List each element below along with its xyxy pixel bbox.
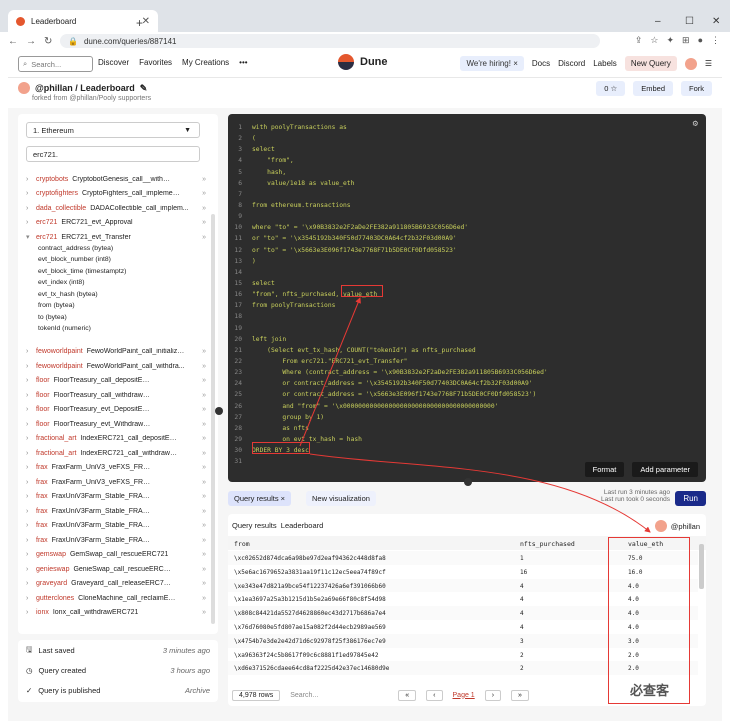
annotation-arrows [299, 297, 651, 533]
annotation-arrow-right [309, 453, 651, 533]
watermark-text: 必查客 [630, 683, 670, 698]
annotation-arrow-up [299, 297, 361, 447]
